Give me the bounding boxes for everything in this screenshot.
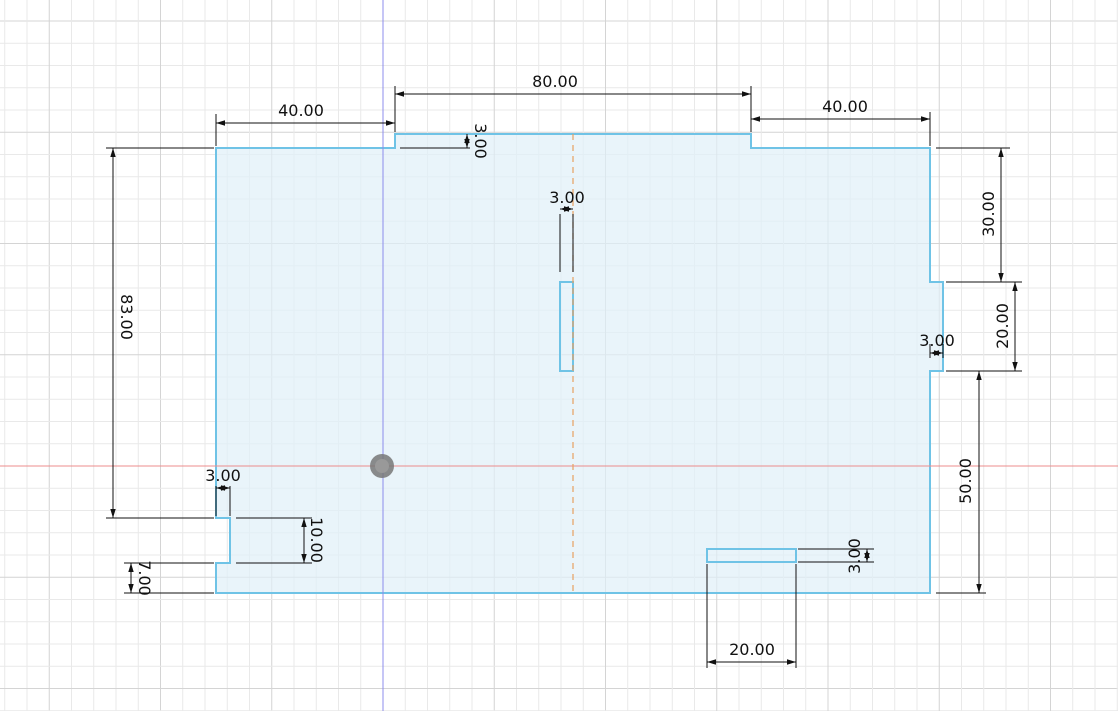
dim-right-notch-depth[interactable]: 3.00 xyxy=(919,331,955,350)
dim-top-center-width[interactable]: 80.00 xyxy=(532,72,578,91)
dim-center-slot-width[interactable]: 3.00 xyxy=(549,188,585,207)
dim-bottom-slot-height[interactable]: 3.00 xyxy=(845,538,864,574)
dim-right-bottom-offset[interactable]: 50.00 xyxy=(956,458,975,504)
dim-left-height[interactable]: 83.00 xyxy=(117,294,136,340)
dim-left-notch-depth[interactable]: 3.00 xyxy=(205,466,241,485)
dim-right-top-offset[interactable]: 30.00 xyxy=(979,191,998,237)
dim-top-right-width[interactable]: 40.00 xyxy=(822,97,868,116)
dim-top-left-width[interactable]: 40.00 xyxy=(278,101,324,120)
origin-point-icon[interactable] xyxy=(370,454,394,478)
dim-top-notch-depth[interactable]: 3.00 xyxy=(471,123,490,159)
sketch-canvas[interactable]: 40.00 80.00 40.00 3.00 3.00 83.00 30.00 … xyxy=(0,0,1118,712)
dim-left-notch-height[interactable]: 10.00 xyxy=(307,517,326,563)
dim-bottom-slot-width[interactable]: 20.00 xyxy=(729,640,775,659)
dim-right-notch-height[interactable]: 20.00 xyxy=(993,303,1012,349)
dim-left-bottom-offset[interactable]: 7.00 xyxy=(135,560,154,596)
